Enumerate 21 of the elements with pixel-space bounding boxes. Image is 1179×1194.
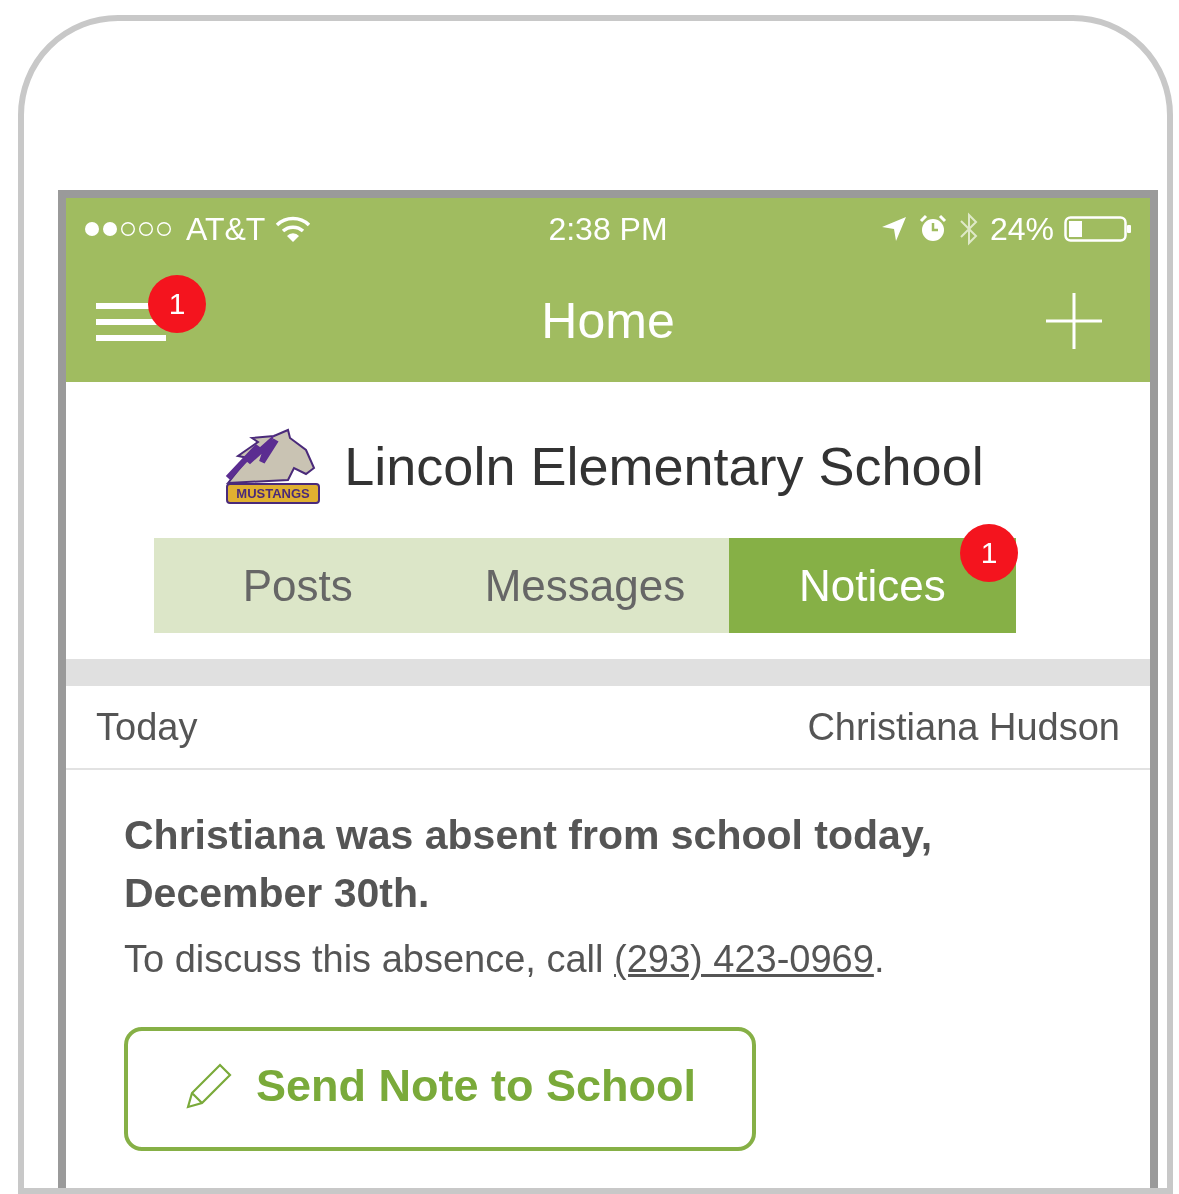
notification-badge: 1 (148, 275, 206, 333)
status-time: 2:38 PM (548, 210, 668, 248)
notice-author: Christiana Hudson (807, 705, 1120, 749)
notice-date: Today (96, 705, 198, 749)
pencil-icon (184, 1061, 234, 1111)
tab[interactable]: Messages (441, 538, 729, 633)
phone-link[interactable]: (293) 423-0969 (614, 938, 874, 980)
carrier-name: AT&T (186, 210, 266, 248)
plus-icon (1046, 293, 1102, 349)
screen-title: Home (541, 292, 675, 350)
school-name: Lincoln Elementary School (344, 435, 984, 497)
bluetooth-icon (957, 212, 980, 246)
battery-percent: 24% (989, 210, 1054, 248)
notice-title: Christiana was absent from school today, December 30th. (124, 811, 934, 918)
wifi-icon (275, 215, 312, 243)
battery-icon (1064, 215, 1132, 243)
send-note-button[interactable]: Send Note to School (124, 1027, 756, 1151)
notice-text: To discuss this absence, call (293) 423-0969. (124, 938, 886, 981)
logo-text: MUSTANGS (226, 483, 320, 504)
tab[interactable]: Posts (154, 538, 442, 633)
alarm-clock-icon (917, 214, 948, 244)
